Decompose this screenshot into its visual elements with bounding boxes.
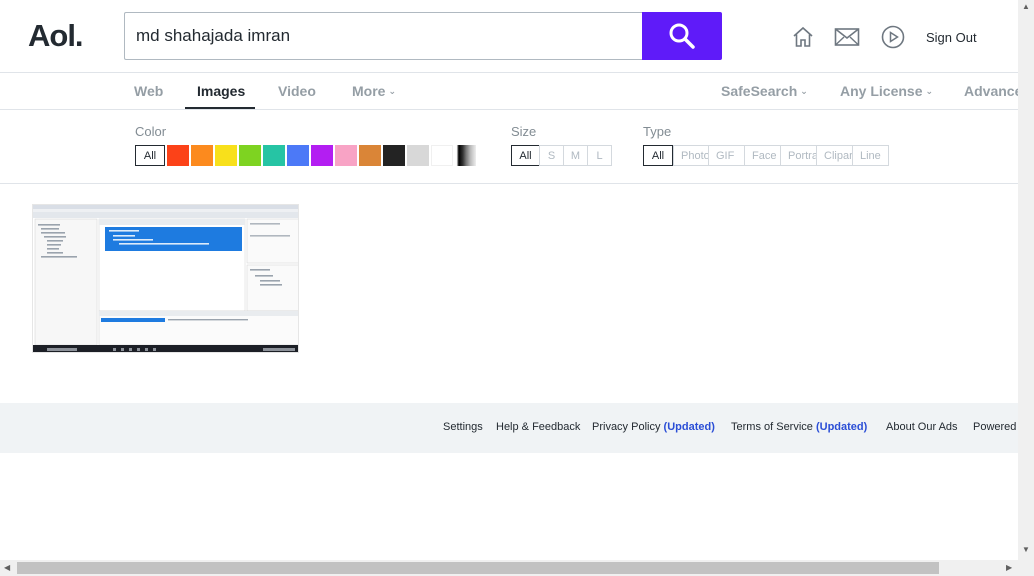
type-option-button[interactable]: Photo	[673, 145, 709, 166]
ide-screenshot-image	[33, 205, 298, 352]
size-option-button[interactable]: L	[587, 145, 612, 166]
color-swatch[interactable]	[239, 145, 261, 166]
color-swatch[interactable]	[383, 145, 405, 166]
privacy-updated-badge: (Updated)	[663, 421, 715, 433]
color-swatch[interactable]	[431, 145, 453, 166]
safesearch-dropdown[interactable]: SafeSearch ⌄	[721, 83, 808, 99]
header: Aol. Sign Out	[0, 0, 1018, 73]
horizontal-scroll-thumb[interactable]	[17, 562, 939, 574]
search-button[interactable]	[642, 12, 722, 60]
color-swatch[interactable]	[215, 145, 237, 166]
footer-powered-text: Powered	[973, 421, 1017, 433]
mail-icon[interactable]	[834, 24, 860, 50]
search-tabs: Web Images Video More ⌄ SafeSearch ⌄ Any L…	[0, 73, 1018, 110]
privacy-label: Privacy Policy	[592, 421, 661, 433]
tab-images[interactable]: Images	[197, 83, 245, 99]
chevron-down-icon: ⌄	[800, 86, 808, 96]
tab-more-label: More	[352, 83, 386, 99]
home-icon[interactable]	[790, 24, 816, 50]
size-option-button[interactable]: All	[511, 145, 540, 166]
scroll-up-arrow-icon[interactable]: ▲	[1022, 2, 1030, 11]
terms-label: Terms of Service	[731, 421, 813, 433]
footer-help-link[interactable]: Help & Feedback	[496, 421, 580, 433]
vertical-scrollbar[interactable]: ▲ ▼	[1018, 0, 1034, 560]
size-filter-label: Size	[511, 124, 537, 139]
tab-web[interactable]: Web	[134, 83, 163, 99]
size-option-button[interactable]: S	[539, 145, 564, 166]
color-swatch-grayscale[interactable]	[454, 145, 476, 166]
color-swatch[interactable]	[407, 145, 429, 166]
scroll-down-arrow-icon[interactable]: ▼	[1022, 545, 1030, 554]
color-swatch[interactable]	[335, 145, 357, 166]
footer-terms-link[interactable]: Terms of Service (Updated)	[731, 421, 867, 433]
type-filter-label: Type	[643, 124, 672, 139]
type-option-button[interactable]: Portrait	[780, 145, 817, 166]
aol-logo[interactable]: Aol.	[28, 18, 84, 54]
scrollbar-corner	[1018, 560, 1034, 576]
chevron-down-icon: ⌄	[925, 86, 934, 96]
scroll-right-arrow-icon[interactable]: ▶	[1006, 563, 1012, 572]
size-option-button[interactable]: M	[563, 145, 588, 166]
color-swatch[interactable]	[359, 145, 381, 166]
color-swatch[interactable]	[167, 145, 189, 166]
image-filters: Color All Size All S M L Type All Photo GIF Fa…	[0, 110, 1018, 184]
image-result-thumbnail[interactable]	[32, 204, 299, 353]
search-input[interactable]	[125, 13, 643, 59]
type-option-button[interactable]: All	[643, 145, 673, 166]
color-swatch[interactable]	[191, 145, 213, 166]
advanced-clip: Advanced	[964, 73, 1018, 109]
footer: Settings Help & Feedback Privacy Policy …	[0, 403, 1018, 453]
chevron-down-icon: ⌄	[388, 86, 396, 96]
license-dropdown[interactable]: Any License ⌄	[840, 83, 933, 99]
image-results	[0, 184, 1018, 403]
advanced-link[interactable]: Advanced	[964, 83, 1018, 99]
color-all-button[interactable]: All	[135, 145, 165, 166]
search-icon	[669, 23, 695, 49]
footer-settings-link[interactable]: Settings	[443, 421, 483, 433]
video-play-icon[interactable]	[880, 24, 906, 50]
sign-out-link[interactable]: Sign Out	[926, 30, 977, 45]
color-swatch[interactable]	[287, 145, 309, 166]
type-option-button[interactable]: Line	[852, 145, 889, 166]
type-option-button[interactable]: Face	[744, 145, 781, 166]
footer-about-ads-link[interactable]: About Our Ads	[886, 421, 958, 433]
scroll-left-arrow-icon[interactable]: ◀	[4, 563, 10, 572]
color-filter-label: Color	[135, 124, 167, 139]
tab-video[interactable]: Video	[278, 83, 316, 99]
license-label: Any License	[840, 83, 923, 99]
active-tab-indicator	[185, 107, 255, 109]
safesearch-label: SafeSearch	[721, 83, 798, 99]
type-option-button[interactable]: Clipart	[816, 145, 853, 166]
terms-updated-badge: (Updated)	[815, 421, 868, 433]
type-option-button[interactable]: GIF	[708, 145, 745, 166]
color-swatch[interactable]	[263, 145, 285, 166]
color-swatch[interactable]	[311, 145, 333, 166]
horizontal-scrollbar[interactable]: ◀ ▶	[0, 560, 1018, 576]
tab-more[interactable]: More ⌄	[352, 83, 396, 99]
footer-privacy-link[interactable]: Privacy Policy (Updated)	[592, 421, 715, 433]
search-box[interactable]	[124, 12, 643, 60]
